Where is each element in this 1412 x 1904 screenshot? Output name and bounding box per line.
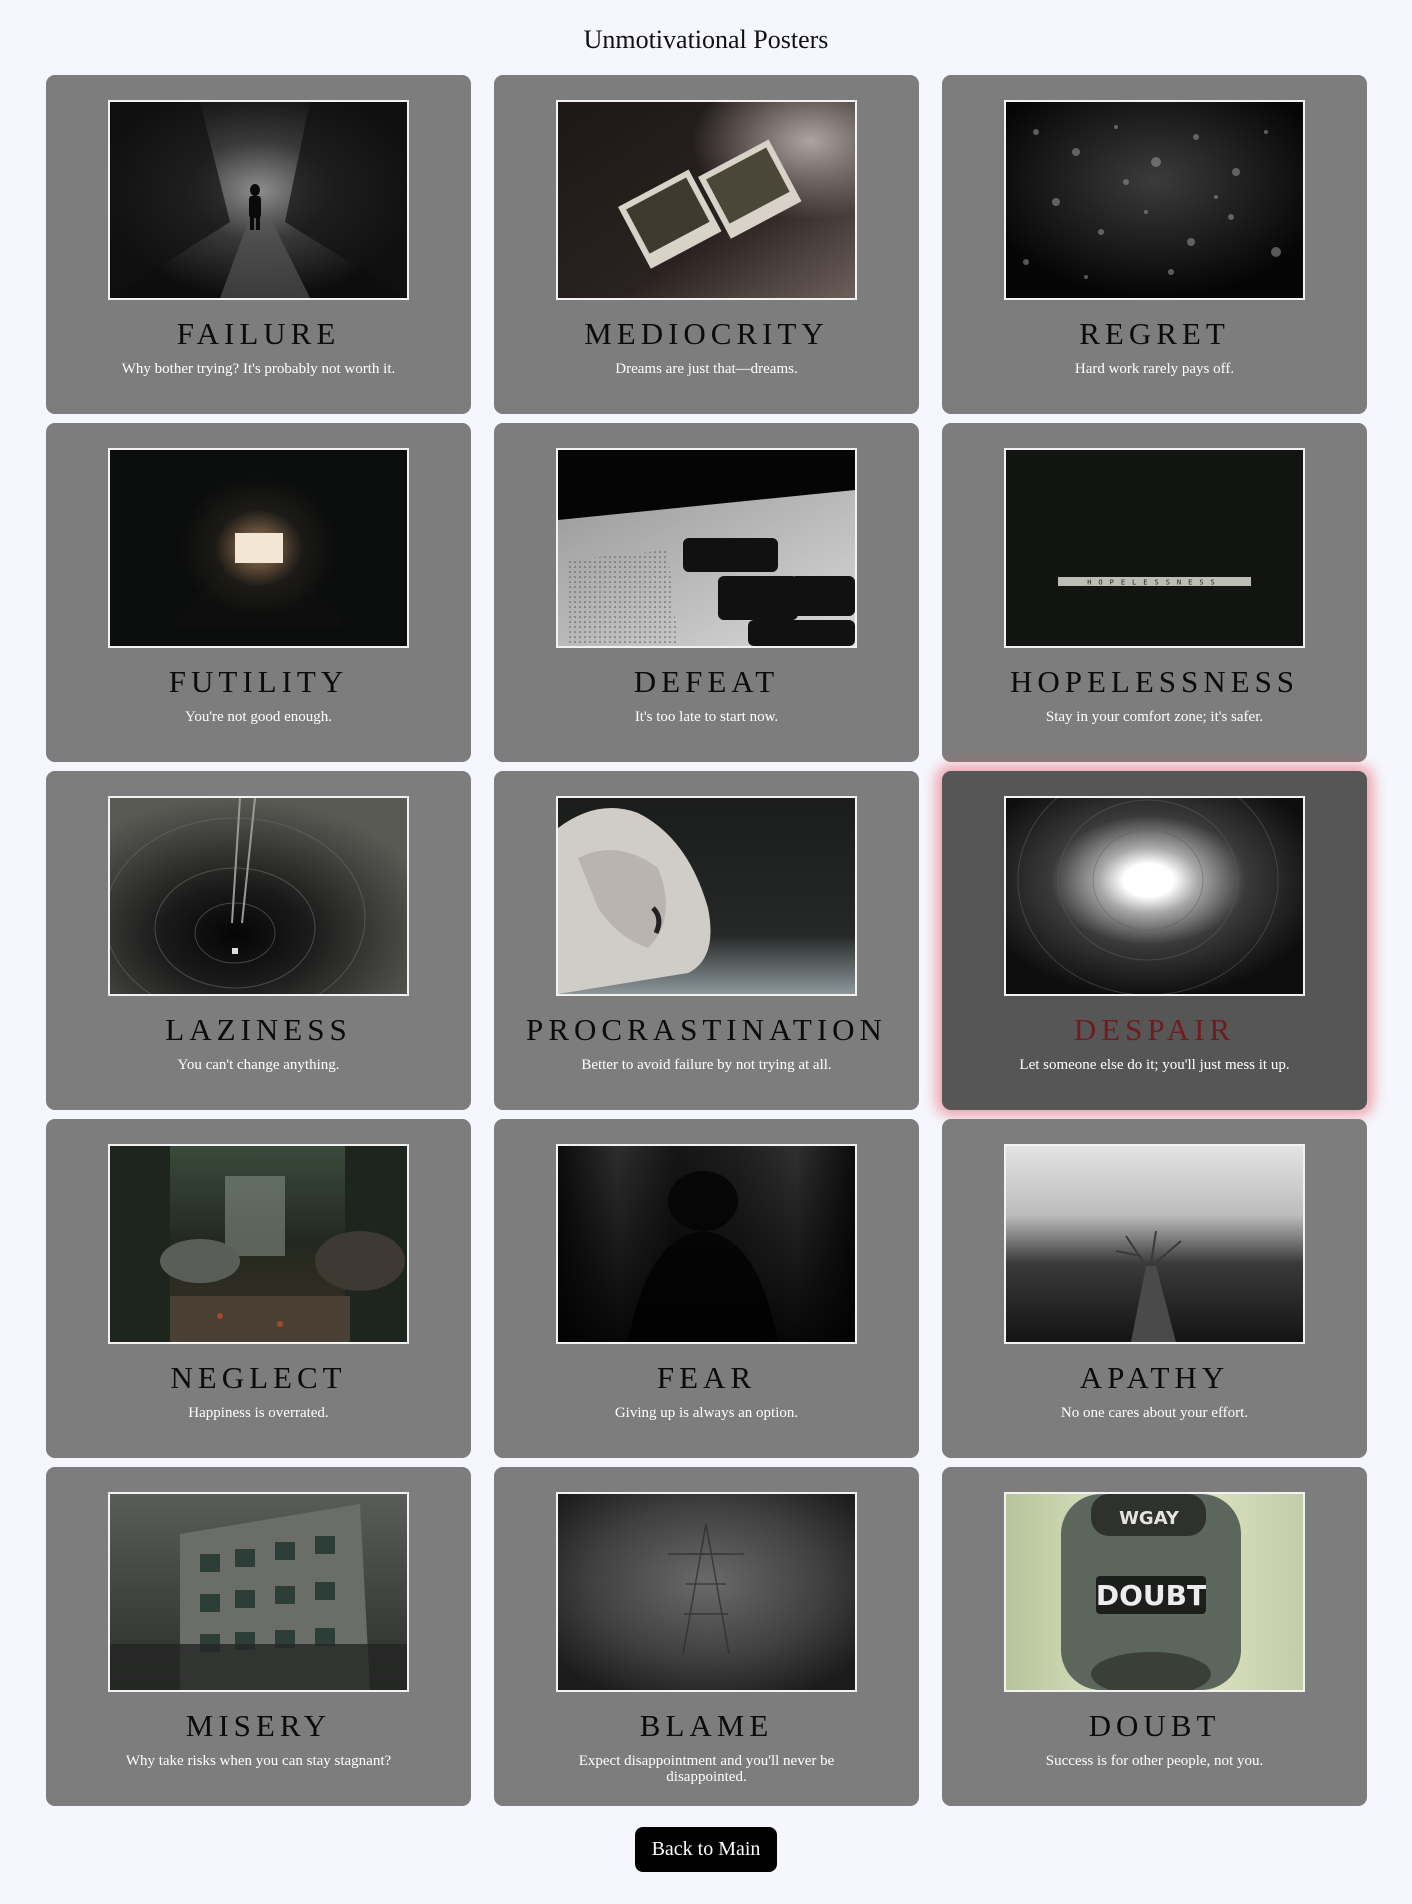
poster-title: FEAR bbox=[656, 1360, 757, 1395]
poster-subtitle: Let someone else do it; you'll just mess… bbox=[1019, 1057, 1290, 1073]
poster-image-fear bbox=[556, 1144, 857, 1344]
poster-subtitle: Stay in your comfort zone; it's safer. bbox=[1045, 709, 1264, 725]
poster-card-mediocrity[interactable]: MEDIOCRITY Dreams are just that—dreams. bbox=[494, 75, 919, 414]
poster-card-futility[interactable]: FUTILITY You're not good enough. bbox=[46, 423, 471, 762]
poster-subtitle: Success is for other people, not you. bbox=[1045, 1753, 1264, 1769]
poster-card-despair[interactable]: DESPAIR Let someone else do it; you'll j… bbox=[942, 771, 1367, 1110]
poster-title: FUTILITY bbox=[168, 664, 349, 699]
poster-image-defeat bbox=[556, 448, 857, 648]
poster-card-misery[interactable]: MISERY Why take risks when you can stay … bbox=[46, 1467, 471, 1806]
sticker-main-text: DOUBT bbox=[1096, 1579, 1206, 1612]
poster-title: MEDIOCRITY bbox=[584, 316, 829, 351]
page-title: Unmotivational Posters bbox=[583, 25, 829, 54]
poster-title: PROCRASTINATION bbox=[526, 1012, 887, 1047]
poster-grid: FAILURE Why bother trying? It's probably… bbox=[46, 75, 1368, 1806]
poster-card-regret[interactable]: REGRET Hard work rarely pays off. bbox=[942, 75, 1367, 414]
poster-card-apathy[interactable]: APATHY No one cares about your effort. bbox=[942, 1119, 1367, 1458]
poster-card-laziness[interactable]: LAZINESS You can't change anything. bbox=[46, 771, 471, 1110]
poster-subtitle: Giving up is always an option. bbox=[614, 1405, 799, 1421]
poster-title: NEGLECT bbox=[170, 1360, 347, 1395]
poster-image-misery bbox=[108, 1492, 409, 1692]
poster-subtitle: Why take risks when you can stay stagnan… bbox=[125, 1753, 392, 1769]
poster-card-failure[interactable]: FAILURE Why bother trying? It's probably… bbox=[46, 75, 471, 414]
letter-tiles-text: HOPELESSNESS bbox=[1087, 579, 1222, 587]
poster-card-blame[interactable]: BLAME Expect disappointment and you'll n… bbox=[494, 1467, 919, 1806]
poster-title: DEFEAT bbox=[633, 664, 780, 699]
poster-image-failure bbox=[108, 100, 409, 300]
poster-image-regret bbox=[1004, 100, 1305, 300]
poster-image-despair bbox=[1004, 796, 1305, 996]
poster-image-neglect bbox=[108, 1144, 409, 1344]
poster-subtitle: Better to avoid failure by not trying at… bbox=[581, 1057, 832, 1073]
poster-card-hopelessness[interactable]: HOPELESSNESS HOPELESSNESS Stay in your c… bbox=[942, 423, 1367, 762]
poster-image-laziness bbox=[108, 796, 409, 996]
poster-title: HOPELESSNESS bbox=[1009, 664, 1300, 699]
poster-image-hopelessness: HOPELESSNESS bbox=[1004, 448, 1305, 648]
poster-title: FAILURE bbox=[176, 316, 341, 351]
poster-image-mediocrity bbox=[556, 100, 857, 300]
poster-image-futility bbox=[108, 448, 409, 648]
poster-title: DESPAIR bbox=[1073, 1012, 1236, 1047]
poster-subtitle: Hard work rarely pays off. bbox=[1074, 361, 1235, 377]
poster-image-blame bbox=[556, 1492, 857, 1692]
poster-card-defeat[interactable]: DEFEAT It's too late to start now. bbox=[494, 423, 919, 762]
poster-subtitle: Happiness is overrated. bbox=[188, 1405, 329, 1421]
sticker-top-text: WGAY bbox=[1119, 1508, 1180, 1529]
poster-subtitle: You can't change anything. bbox=[177, 1057, 340, 1073]
poster-title: LAZINESS bbox=[165, 1012, 352, 1047]
poster-title: MISERY bbox=[185, 1708, 332, 1743]
poster-card-fear[interactable]: FEAR Giving up is always an option. bbox=[494, 1119, 919, 1458]
poster-card-doubt[interactable]: WGAY DOUBT DOUBT Success is for other pe… bbox=[942, 1467, 1367, 1806]
poster-title: REGRET bbox=[1079, 316, 1230, 351]
poster-title: BLAME bbox=[639, 1708, 774, 1743]
back-to-main-button[interactable]: Back to Main bbox=[635, 1827, 777, 1872]
poster-card-neglect[interactable]: NEGLECT Happiness is overrated. bbox=[46, 1119, 471, 1458]
poster-title: APATHY bbox=[1079, 1360, 1230, 1395]
poster-image-doubt: WGAY DOUBT bbox=[1004, 1492, 1305, 1692]
poster-subtitle: Expect disappointment and you'll never b… bbox=[578, 1753, 835, 1785]
poster-subtitle: No one cares about your effort. bbox=[1060, 1405, 1249, 1421]
poster-card-procrastination[interactable]: PROCRASTINATION Better to avoid failure … bbox=[494, 771, 919, 1110]
poster-image-apathy bbox=[1004, 1144, 1305, 1344]
poster-image-procrastination bbox=[556, 796, 857, 996]
poster-subtitle: It's too late to start now. bbox=[634, 709, 779, 725]
poster-subtitle: Why bother trying? It's probably not wor… bbox=[121, 361, 396, 377]
poster-subtitle: Dreams are just that—dreams. bbox=[615, 361, 798, 377]
poster-subtitle: You're not good enough. bbox=[184, 709, 332, 725]
poster-title: DOUBT bbox=[1088, 1708, 1221, 1743]
